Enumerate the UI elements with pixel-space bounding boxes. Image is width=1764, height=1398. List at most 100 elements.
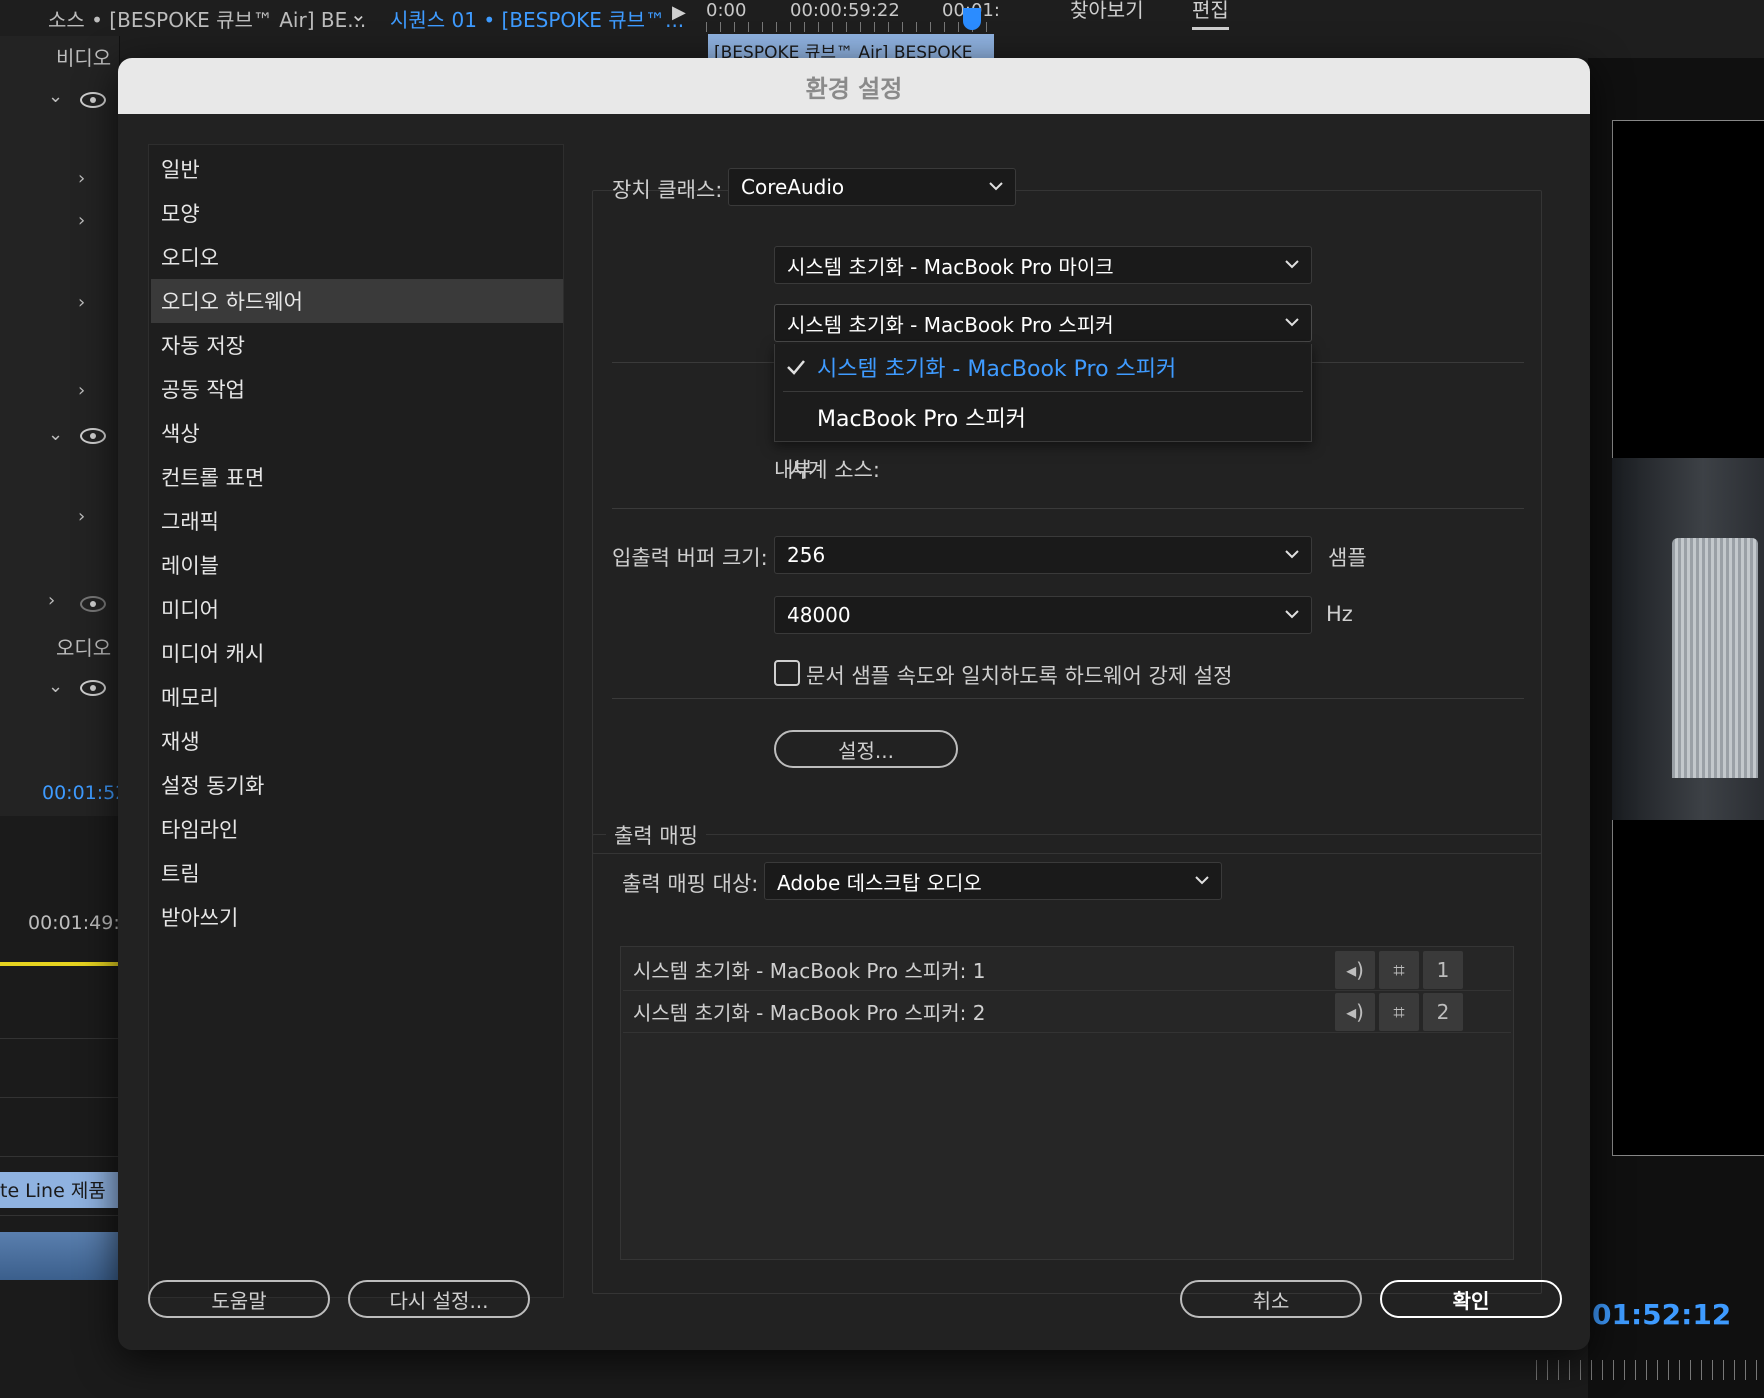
- tab-edit[interactable]: 편집: [1192, 0, 1229, 30]
- category-list: 일반 모양 오디오 오디오 하드웨어 자동 저장 공동 작업 색상 컨트롤 표면…: [148, 144, 564, 1298]
- category-appearance[interactable]: 모양: [151, 191, 563, 235]
- category-media[interactable]: 미디어: [151, 587, 563, 631]
- dropdown-separator: [783, 391, 1303, 392]
- category-media-cache[interactable]: 미디어 캐시: [151, 631, 563, 675]
- force-sample-rate-checkbox[interactable]: [774, 660, 800, 686]
- buffer-size-value: 256: [787, 543, 826, 567]
- category-auto-save[interactable]: 자동 저장: [151, 323, 563, 367]
- mapping-row-label: 시스템 초기화 - MacBook Pro 스피커: 1: [633, 959, 986, 983]
- chevron-down-icon[interactable]: ⌄: [48, 424, 63, 445]
- category-collaboration[interactable]: 공동 작업: [151, 367, 563, 411]
- playhead[interactable]: [963, 8, 981, 30]
- channel-number: 1: [1423, 951, 1463, 989]
- clock-source-value: 내부: [774, 458, 813, 482]
- timeline-timecode: 00:01:49:2: [28, 912, 132, 934]
- audio-clip[interactable]: [0, 1232, 118, 1280]
- category-control-surface[interactable]: 컨트롤 표면: [151, 455, 563, 499]
- category-playback[interactable]: 재생: [151, 719, 563, 763]
- cancel-button[interactable]: 취소: [1180, 1280, 1362, 1318]
- device-class-value: CoreAudio: [741, 175, 845, 199]
- work-area-bar[interactable]: [0, 962, 120, 966]
- device-class-label: 장치 클래스:: [612, 178, 723, 202]
- reset-button[interactable]: 다시 설정...: [348, 1280, 530, 1318]
- chevron-right-icon[interactable]: ›: [48, 590, 55, 611]
- video-section-label: 비디오: [56, 46, 112, 70]
- checkmark-icon: [787, 360, 805, 375]
- category-memory[interactable]: 메모리: [151, 675, 563, 719]
- mapping-row[interactable]: 시스템 초기화 - MacBook Pro 스피커: 2: [623, 991, 1511, 1033]
- default-input-select[interactable]: 시스템 초기화 - MacBook Pro 마이크: [774, 246, 1312, 284]
- timecode-display[interactable]: 00:01:52: [42, 782, 127, 804]
- sample-rate-unit: Hz: [1326, 602, 1353, 626]
- eye-icon[interactable]: [80, 92, 106, 108]
- category-trim[interactable]: 트림: [151, 851, 563, 895]
- eye-icon[interactable]: [80, 596, 106, 612]
- source-monitor-tab[interactable]: 소스 • [BESPOKE 큐브™ Air] BE...: [48, 4, 366, 33]
- category-color[interactable]: 색상: [151, 411, 563, 455]
- output-option-system-default[interactable]: 시스템 초기화 - MacBook Pro 스피커: [775, 344, 1311, 390]
- crop-frame-icon[interactable]: ⌗: [1379, 993, 1419, 1031]
- crop-frame-icon[interactable]: ⌗: [1379, 951, 1419, 989]
- eye-icon[interactable]: [80, 428, 106, 444]
- category-sync-settings[interactable]: 설정 동기화: [151, 763, 563, 807]
- chevron-down-icon[interactable]: ⌄: [48, 86, 63, 107]
- preferences-dialog: 환경 설정 일반 모양 오디오 오디오 하드웨어 자동 저장 공동 작업 색상 …: [118, 58, 1590, 1350]
- chevron-right-icon[interactable]: ›: [78, 210, 85, 231]
- timeline-clip[interactable]: [BESPOKE 큐브™ Air] BESPOKE: [708, 34, 994, 60]
- sample-rate-select[interactable]: 48000: [774, 596, 1312, 634]
- buffer-size-select[interactable]: 256: [774, 536, 1312, 574]
- ok-button[interactable]: 확인: [1380, 1280, 1562, 1318]
- tab-find[interactable]: 찾아보기: [1070, 0, 1144, 23]
- output-mapping-title: 출력 매핑: [606, 820, 706, 850]
- category-graphics[interactable]: 그래픽: [151, 499, 563, 543]
- category-audio[interactable]: 오디오: [151, 235, 563, 279]
- category-timeline[interactable]: 타임라인: [151, 807, 563, 851]
- output-option-label: 시스템 초기화 - MacBook Pro 스피커: [817, 357, 1177, 382]
- mapping-row[interactable]: 시스템 초기화 - MacBook Pro 스피커: 1: [623, 949, 1511, 991]
- play-icon[interactable]: ▶: [672, 2, 686, 23]
- divider: [612, 508, 1524, 509]
- chevron-down-icon: [1285, 318, 1299, 327]
- timeline-clip[interactable]: te Line 제품: [0, 1172, 118, 1208]
- speaker-icon[interactable]: ◂): [1335, 993, 1375, 1031]
- buffer-size-unit: 샘플: [1328, 546, 1367, 570]
- category-general[interactable]: 일반: [151, 147, 563, 191]
- dialog-title: 환경 설정: [805, 74, 903, 103]
- output-mapping-target-select[interactable]: Adobe 데스크탑 오디오: [764, 862, 1222, 900]
- default-input-value: 시스템 초기화 - MacBook Pro 마이크: [787, 254, 1114, 279]
- ruler-mid: 00:00:59:22: [790, 0, 900, 21]
- output-option-label: MacBook Pro 스피커: [817, 407, 1026, 432]
- audio-settings-button[interactable]: 설정...: [774, 730, 958, 768]
- chevron-down-icon: [1195, 876, 1209, 885]
- chevron-right-icon[interactable]: ›: [78, 168, 85, 189]
- help-button[interactable]: 도움말: [148, 1280, 330, 1318]
- category-transcription[interactable]: 받아쓰기: [151, 895, 563, 939]
- output-mapping-list: 시스템 초기화 - MacBook Pro 스피커: 1 시스템 초기화 - M…: [620, 946, 1514, 1260]
- channel-number: 2: [1423, 993, 1463, 1031]
- force-sample-rate-label: 문서 샘플 속도와 일치하도록 하드웨어 강제 설정: [806, 664, 1233, 688]
- category-audio-hardware[interactable]: 오디오 하드웨어: [151, 279, 563, 323]
- speaker-left-icon[interactable]: ◂): [1335, 951, 1375, 989]
- product-image: [1672, 538, 1758, 778]
- chevron-right-icon[interactable]: ›: [78, 292, 85, 313]
- chevron-down-icon[interactable]: ⌄: [48, 676, 63, 697]
- chevron-right-icon[interactable]: ›: [78, 380, 85, 401]
- chevron-down-icon[interactable]: ⌄: [350, 2, 367, 26]
- default-output-value: 시스템 초기화 - MacBook Pro 스피커: [787, 312, 1114, 337]
- eye-icon[interactable]: [80, 680, 106, 696]
- dialog-titlebar[interactable]: 환경 설정: [118, 58, 1590, 114]
- program-timecode[interactable]: 01:52:12: [1592, 1298, 1731, 1331]
- category-labels[interactable]: 레이블: [151, 543, 563, 587]
- default-output-select[interactable]: 시스템 초기화 - MacBook Pro 스피커: [774, 304, 1312, 342]
- divider: [612, 698, 1524, 699]
- chevron-down-icon: [1285, 260, 1299, 269]
- sequence-tab[interactable]: 시퀀스 01 • [BESPOKE 큐브™...: [390, 4, 684, 33]
- chevron-right-icon[interactable]: ›: [78, 506, 85, 527]
- chevron-down-icon: [1285, 610, 1299, 619]
- output-option-macbook-speaker[interactable]: MacBook Pro 스피커: [775, 394, 1311, 440]
- output-mapping-target-label: 출력 매핑 대상:: [622, 872, 759, 896]
- device-class-select[interactable]: CoreAudio: [728, 168, 1016, 206]
- ruler-start: 0:00: [706, 0, 747, 21]
- ruler-ticks: [706, 22, 996, 32]
- chevron-down-icon: [989, 182, 1003, 191]
